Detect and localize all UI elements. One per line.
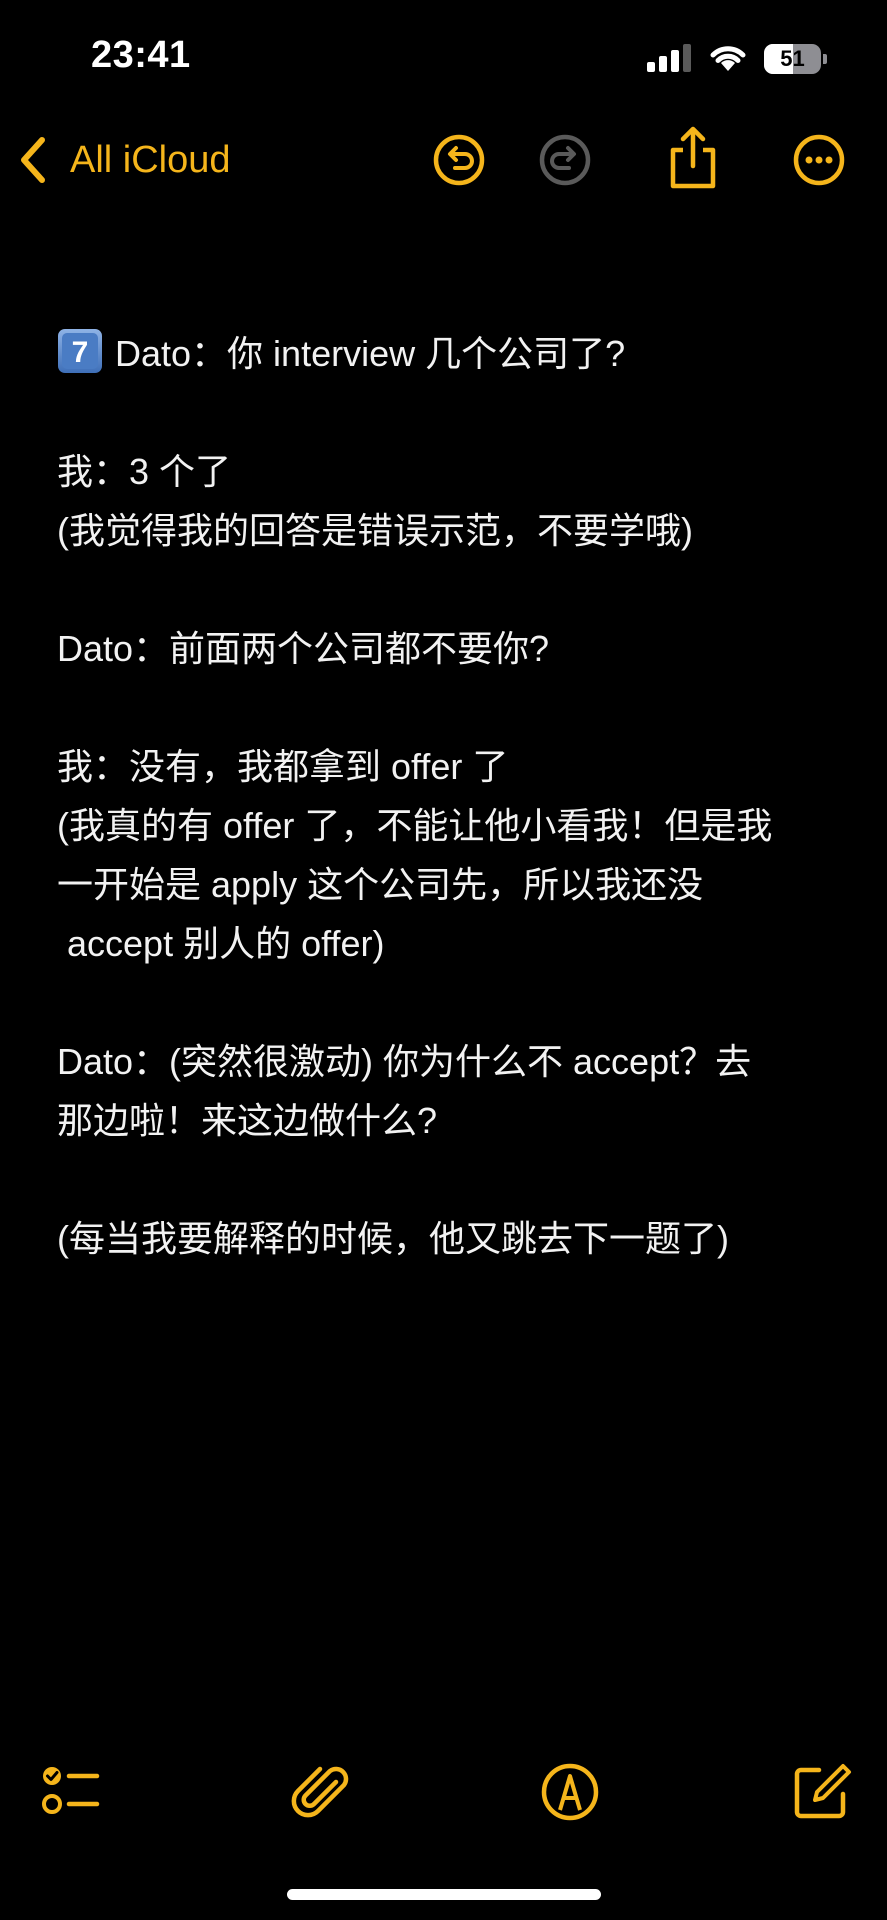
chevron-left-icon (21, 137, 45, 183)
markup-icon[interactable] (538, 1760, 602, 1824)
battery-tip (823, 54, 827, 64)
note-line: Dato：(突然很激动) 你为什么不 accept？去 (57, 1041, 752, 1082)
note-line: Dato：前面两个公司都不要你? (57, 628, 550, 669)
nav-bar: All iCloud (0, 110, 887, 210)
keycap-seven-emoji: 7 (57, 328, 103, 374)
status-bar: 23:41 51 (0, 0, 887, 110)
note-line (57, 1150, 847, 1209)
note-line: (我真的有 offer 了，不能让他小看我！但是我 (57, 805, 773, 846)
cellular-signal-icon (647, 44, 691, 72)
bottom-toolbar (0, 1760, 887, 1830)
back-button-label: All iCloud (70, 138, 231, 181)
attachment-icon[interactable] (290, 1760, 354, 1824)
battery-indicator: 51 (764, 44, 827, 74)
more-icon[interactable] (791, 132, 847, 188)
home-indicator[interactable] (287, 1889, 601, 1900)
note-line (57, 560, 847, 619)
checklist-icon[interactable] (39, 1760, 103, 1824)
note-line: (我觉得我的回答是错误示范，不要学哦) (57, 510, 693, 551)
note-line (57, 383, 847, 442)
keycap-digit: 7 (72, 336, 89, 369)
note-line: 我：没有，我都拿到 offer 了 (57, 746, 509, 787)
note-line: 一开始是 apply 这个公司先，所以我还没 (57, 864, 704, 905)
note-line: 7 Dato：你 interview 几个公司了? (57, 324, 847, 383)
battery-level: 51 (780, 46, 805, 71)
compose-icon[interactable] (789, 1760, 853, 1824)
note-line (57, 678, 847, 737)
redo-icon (539, 134, 591, 186)
status-time: 23:41 (91, 34, 191, 76)
back-button[interactable]: All iCloud (18, 130, 231, 190)
note-body[interactable]: 7 Dato：你 interview 几个公司了? 我：3 个了 (我觉得我的回答… (57, 324, 847, 1268)
note-line (57, 973, 847, 1032)
note-line: 我：3 个了 (57, 451, 232, 492)
note-line-text: Dato：你 interview 几个公司了? (115, 333, 626, 374)
share-icon[interactable] (665, 124, 721, 192)
note-line: (每当我要解释的时候，他又跳去下一题了) (57, 1218, 729, 1259)
note-line: accept 别人的 offer) (57, 923, 385, 964)
wifi-icon (710, 46, 746, 71)
battery-body: 51 (764, 44, 821, 74)
undo-icon[interactable] (431, 132, 487, 188)
note-line: 那边啦！来这边做什么? (57, 1100, 438, 1141)
